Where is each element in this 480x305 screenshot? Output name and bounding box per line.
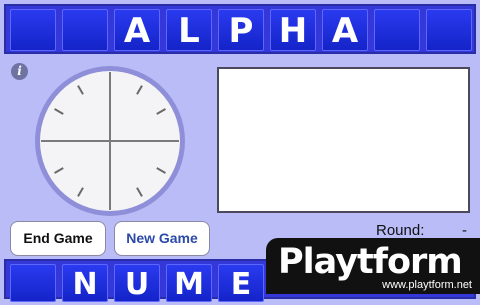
watermark-url: www.playtform.net <box>382 279 472 291</box>
letter-tile[interactable] <box>10 9 56 51</box>
letter-tile[interactable]: A <box>322 9 368 51</box>
round-label: Round: <box>376 222 425 239</box>
round-value: - <box>462 222 467 239</box>
letter-tile[interactable]: H <box>270 9 316 51</box>
letter-tile[interactable]: L <box>166 9 212 51</box>
end-game-button[interactable]: End Game <box>10 221 106 256</box>
answer-display-box <box>217 67 470 213</box>
top-letter-row: A L P H A <box>4 4 476 54</box>
timer-clock <box>35 66 185 216</box>
letter-tile[interactable]: U <box>114 264 160 302</box>
letter-tile[interactable]: E <box>218 264 264 302</box>
playtform-watermark: Playtform www.playtform.net <box>266 238 480 294</box>
letter-tile[interactable]: M <box>166 264 212 302</box>
letter-tile[interactable] <box>374 9 420 51</box>
watermark-logo: Playtform <box>278 242 463 282</box>
info-icon[interactable]: i <box>11 63 28 80</box>
letter-tile[interactable] <box>10 264 56 302</box>
letter-tile[interactable]: N <box>62 264 108 302</box>
new-game-button[interactable]: New Game <box>114 221 210 256</box>
letter-tile[interactable]: A <box>114 9 160 51</box>
letter-tile[interactable]: P <box>218 9 264 51</box>
letter-tile[interactable] <box>426 9 472 51</box>
letter-tile[interactable] <box>62 9 108 51</box>
